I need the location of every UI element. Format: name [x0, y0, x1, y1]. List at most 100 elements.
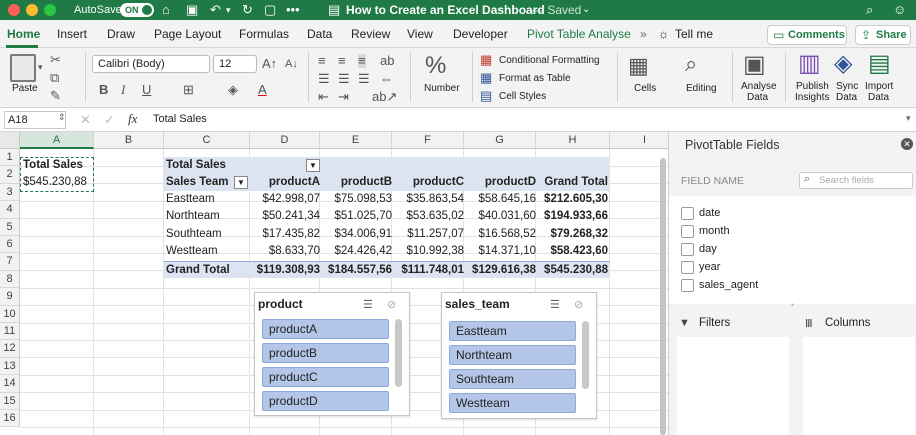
tab-data[interactable]: Data	[307, 26, 332, 42]
tab-insert[interactable]: Insert	[57, 26, 87, 42]
pivot-value-cell[interactable]: $24.426,42	[320, 243, 392, 260]
paste-icon[interactable]	[10, 54, 36, 82]
align-bottom-icon[interactable]: ≡	[358, 54, 366, 68]
insert-function-icon[interactable]: fx	[128, 111, 137, 127]
title-chevron-down-icon[interactable]: ⌄	[582, 2, 590, 18]
underline-icon[interactable]: U	[142, 83, 151, 97]
font-size-select[interactable]: 12	[213, 55, 257, 73]
percent-icon[interactable]: %	[425, 53, 446, 79]
column-header-i[interactable]: I	[610, 132, 668, 149]
pivot-value-cell[interactable]: $212.605,30	[536, 191, 608, 208]
pivot-col-header[interactable]: productD	[464, 174, 536, 191]
product-slicer[interactable]: product ☰ ⊘ productA productB productC p…	[254, 292, 410, 416]
new-document-icon[interactable]: ▢	[264, 2, 276, 18]
pivot-value-cell[interactable]: $35.863,54	[392, 191, 464, 208]
tab-review[interactable]: Review	[351, 26, 390, 42]
tab-developer[interactable]: Developer	[453, 26, 508, 42]
pivot-row-label[interactable]: Eastteam	[166, 191, 215, 208]
font-name-select[interactable]: Calibri (Body)	[92, 55, 210, 73]
row-header-4[interactable]: 4	[0, 201, 20, 219]
tab-page-layout[interactable]: Page Layout	[154, 26, 221, 42]
pivot-col-header[interactable]: productC	[392, 174, 464, 191]
pivot-title[interactable]: Total Sales	[166, 157, 226, 174]
confirm-formula-icon[interactable]: ✓	[104, 112, 115, 128]
format-painter-icon[interactable]: ✎	[50, 89, 61, 103]
row-header-7[interactable]: 7	[0, 253, 20, 271]
paste-dropdown-icon[interactable]: ▾	[38, 60, 43, 74]
pivot-value-cell[interactable]: $34.006,91	[320, 226, 392, 243]
home-icon[interactable]: ⌂	[162, 2, 170, 18]
undo-dropdown-icon[interactable]: ▾	[226, 2, 231, 18]
pivot-value-cell[interactable]: $50.241,34	[250, 208, 320, 225]
column-header-h[interactable]: H	[536, 132, 610, 149]
row-header-3[interactable]: 3	[0, 183, 20, 202]
pivot-value-cell[interactable]: $51.025,70	[320, 208, 392, 225]
pivot-row-label[interactable]: Southteam	[166, 226, 222, 243]
row-header-9[interactable]: 9	[0, 288, 20, 306]
share-button[interactable]: ⇪ Share	[855, 25, 911, 45]
cell-styles-icon[interactable]: ▤	[480, 89, 492, 103]
pivot-value-cell[interactable]: $11.257,07	[392, 226, 464, 243]
italic-icon[interactable]: I	[121, 83, 125, 97]
font-color-icon[interactable]: A	[258, 83, 267, 97]
publish-insights-icon[interactable]: ▥	[798, 51, 821, 77]
multi-select-icon[interactable]: ☰	[550, 298, 560, 311]
tab-view[interactable]: View	[407, 26, 433, 42]
expand-formula-bar-icon[interactable]: ▾	[906, 113, 911, 124]
vertical-scrollbar[interactable]	[660, 158, 666, 435]
grand-total-cell[interactable]: $184.557,56	[320, 262, 392, 279]
slicer-item-northteam[interactable]: Northteam	[449, 345, 576, 365]
align-right-icon[interactable]: ☰	[358, 72, 370, 86]
row-header-8[interactable]: 8	[0, 270, 20, 289]
cancel-formula-icon[interactable]: ✕	[80, 112, 91, 128]
pivot-value-cell[interactable]: $16.568,52	[464, 226, 536, 243]
pivot-value-cell[interactable]: $10.992,38	[392, 243, 464, 260]
column-header-d[interactable]: D	[250, 132, 320, 149]
format-as-table-icon[interactable]: ▦	[480, 71, 492, 85]
slicer-item-productd[interactable]: productD	[262, 391, 389, 411]
grand-total-cell[interactable]: $545.230,88	[536, 262, 608, 279]
close-pane-icon[interactable]: ✕	[901, 138, 913, 150]
tab-formulas[interactable]: Formulas	[239, 26, 289, 42]
slicer-item-southteam[interactable]: Southteam	[449, 369, 576, 389]
bold-icon[interactable]: B	[99, 83, 108, 97]
comments-button[interactable]: ▭ Comments	[767, 25, 847, 45]
borders-icon[interactable]: ⊞	[183, 83, 194, 97]
sync-data-icon[interactable]: ◈	[834, 51, 852, 77]
field-date[interactable]: date	[681, 206, 720, 220]
field-year[interactable]: year	[681, 260, 720, 274]
filters-drop-area[interactable]	[677, 337, 789, 435]
column-header-g[interactable]: G	[464, 132, 536, 149]
close-window-button[interactable]	[8, 4, 20, 16]
pivot-value-cell[interactable]: $53.635,02	[392, 208, 464, 225]
tab-draw[interactable]: Draw	[107, 26, 135, 42]
slicer-item-westteam[interactable]: Westteam	[449, 393, 576, 413]
column-header-f[interactable]: F	[392, 132, 464, 149]
column-header-a[interactable]: A	[20, 132, 94, 149]
tab-pivot-table-analyse[interactable]: Pivot Table Analyse	[527, 26, 631, 42]
row-header-10[interactable]: 10	[0, 305, 20, 323]
cell-styles-button[interactable]: Cell Styles	[499, 91, 546, 102]
row-header-16[interactable]: 16	[0, 410, 20, 428]
orientation-icon[interactable]: ab↗	[372, 90, 397, 104]
copy-icon[interactable]: ⧉	[50, 71, 59, 85]
search-fields-input[interactable]: ⌕ Search fields	[799, 172, 913, 189]
row-header-11[interactable]: 11	[0, 323, 20, 341]
wrap-text-icon[interactable]: ab	[380, 54, 394, 68]
pivot-value-cell[interactable]: $194.933,66	[536, 208, 608, 225]
increase-indent-icon[interactable]: ⇥	[338, 90, 349, 104]
more-options-icon[interactable]: •••	[286, 2, 300, 18]
pivot-value-cell[interactable]: $8.633,70	[250, 243, 320, 260]
save-icon[interactable]: ▣	[186, 2, 198, 18]
minimize-window-button[interactable]	[26, 4, 38, 16]
clear-filter-icon[interactable]: ⊘	[387, 298, 396, 311]
slicer-item-productb[interactable]: productB	[262, 343, 389, 363]
redo-icon[interactable]: ↻	[242, 2, 253, 18]
grand-total-label[interactable]: Grand Total	[166, 262, 230, 279]
row-header-14[interactable]: 14	[0, 375, 20, 393]
tell-me-search[interactable]: Tell me	[675, 26, 713, 42]
decrease-indent-icon[interactable]: ⇤	[318, 90, 329, 104]
pivot-value-cell[interactable]: $14.371,10	[464, 243, 536, 260]
import-data-icon[interactable]: ▤	[868, 51, 891, 77]
name-box-stepper-icon[interactable]: ⇕	[58, 112, 66, 123]
